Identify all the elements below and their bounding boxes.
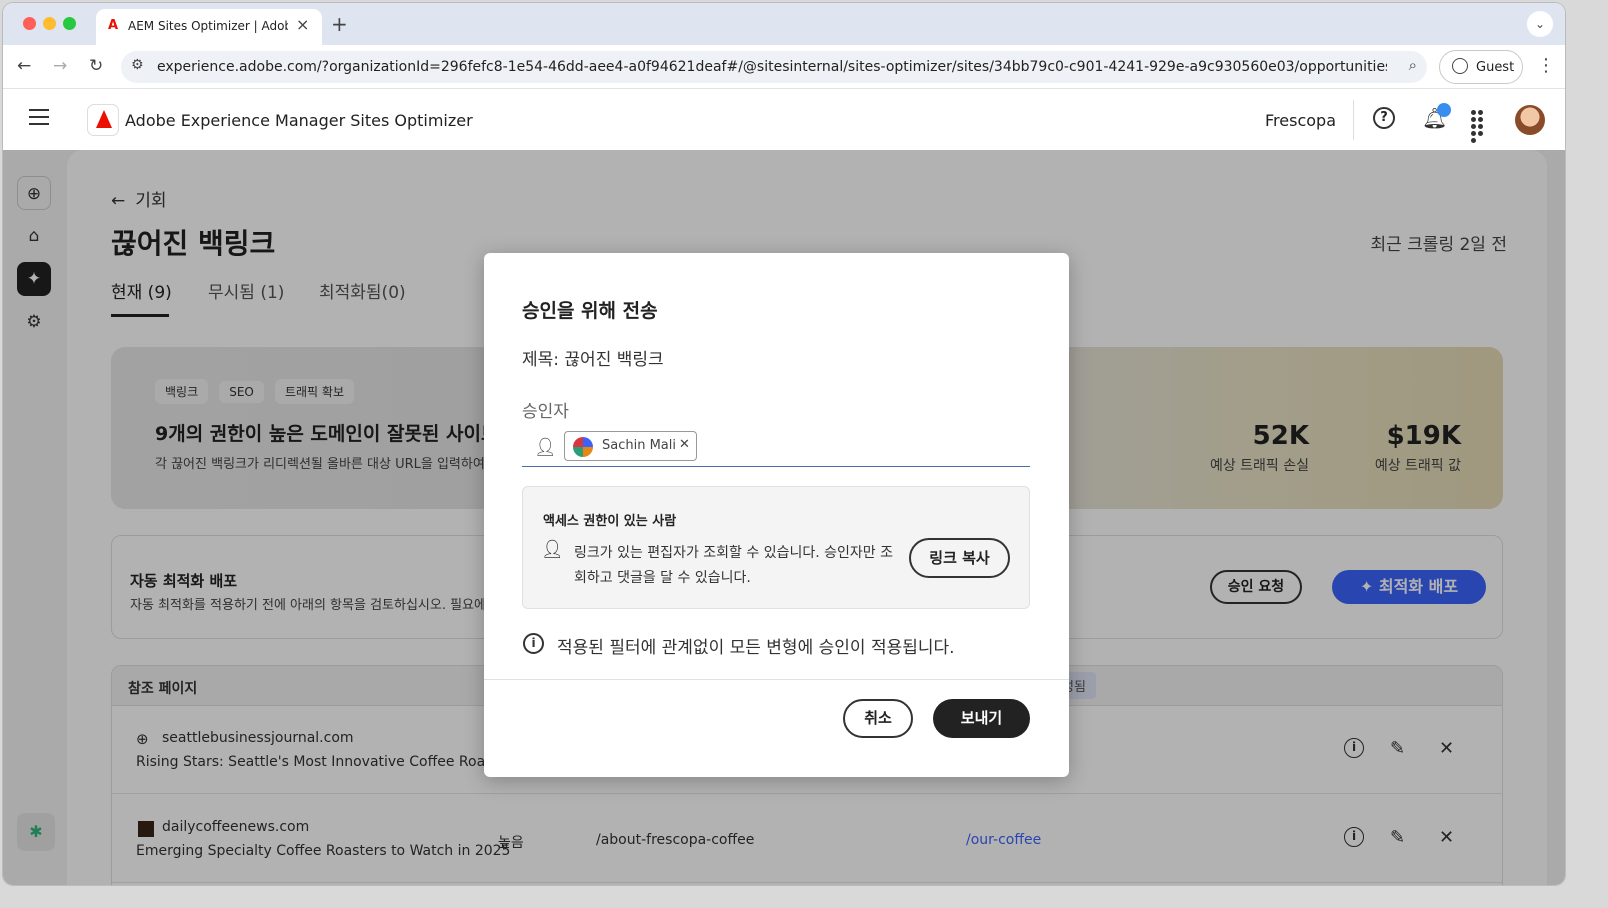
tab-close-icon[interactable]: ×	[296, 15, 309, 34]
notification-dot	[1437, 103, 1451, 117]
person-icon: 👤︎	[534, 437, 557, 458]
guest-profile-button[interactable]: Guest	[1439, 50, 1523, 84]
send-button[interactable]: 보내기	[933, 699, 1030, 738]
tab-bar: A AEM Sites Optimizer | Adobe × + ⌄	[3, 3, 1565, 45]
tab-title: AEM Sites Optimizer | Adobe	[128, 19, 288, 33]
site-settings-icon[interactable]: ⚙	[131, 57, 144, 73]
browser-tab[interactable]: A AEM Sites Optimizer | Adobe ×	[96, 9, 322, 45]
address-bar[interactable]: ⚙ experience.adobe.com/?organizationId=2…	[121, 51, 1427, 83]
url-text[interactable]: experience.adobe.com/?organizationId=296…	[157, 59, 1387, 75]
adobe-a-icon	[96, 110, 112, 128]
access-title: 액세스 권한이 있는 사람	[543, 514, 677, 529]
adobe-favicon-icon: A	[108, 18, 119, 33]
zoom-icon[interactable]: ⌕	[1409, 56, 1417, 74]
close-window-button[interactable]	[23, 17, 36, 30]
tab-menu-chevron-icon[interactable]: ⌄	[1527, 11, 1553, 37]
adobe-logo	[87, 104, 119, 136]
dialog-divider	[484, 679, 1069, 680]
back-arrow-icon[interactable]: ←	[17, 56, 31, 76]
approver-name: Sachin Mali	[602, 438, 676, 453]
approver-field[interactable]: 👤︎ Sachin Mali ✕	[522, 429, 1030, 467]
access-description: 링크가 있는 편집자가 조회할 수 있습니다. 승인자만 조회하고 댓글을 달 …	[574, 545, 893, 586]
app-title: Adobe Experience Manager Sites Optimizer	[125, 111, 473, 130]
approver-avatar	[573, 437, 593, 457]
dialog-title: 승인을 위해 전송	[522, 300, 658, 322]
profile-icon	[1452, 58, 1468, 74]
maximize-window-button[interactable]	[63, 17, 76, 30]
new-tab-icon[interactable]: +	[331, 12, 348, 36]
remove-approver-icon[interactable]: ✕	[679, 437, 690, 452]
hamburger-menu-icon[interactable]	[29, 109, 49, 125]
minimize-window-button[interactable]	[43, 17, 56, 30]
guest-label: Guest	[1476, 60, 1515, 75]
approver-label: 승인자	[522, 402, 569, 422]
info-icon: i	[523, 633, 544, 654]
help-icon[interactable]: ?	[1373, 107, 1395, 129]
apps-grid-icon[interactable]	[1471, 110, 1491, 143]
cancel-button[interactable]: 취소	[843, 699, 913, 738]
access-panel: 액세스 권한이 있는 사람 👤︎ 링크가 있는 편집자가 조회할 수 있습니다.…	[522, 486, 1030, 609]
send-for-approval-dialog: 승인을 위해 전송 제목: 끊어진 백링크 승인자 👤︎ Sachin Mali…	[484, 253, 1069, 777]
people-icon: 👤︎	[541, 539, 564, 560]
reload-icon[interactable]: ↻	[89, 56, 103, 76]
header-divider	[1353, 100, 1354, 140]
copy-link-button[interactable]: 링크 복사	[909, 538, 1010, 578]
dialog-subject: 제목: 끊어진 백링크	[522, 350, 664, 370]
user-avatar[interactable]	[1515, 105, 1545, 135]
forward-arrow-icon[interactable]: →	[53, 56, 67, 76]
browser-menu-icon[interactable]: ⋮	[1537, 55, 1555, 76]
app-header: Adobe Experience Manager Sites Optimizer…	[3, 90, 1565, 150]
browser-toolbar: ← → ↻ ⚙ experience.adobe.com/?organizati…	[3, 45, 1565, 89]
approval-note: 적용된 필터에 관계없이 모든 변형에 승인이 적용됩니다.	[557, 638, 955, 658]
approver-tag: Sachin Mali ✕	[564, 431, 697, 461]
org-switcher[interactable]: Frescopa	[1265, 111, 1336, 130]
